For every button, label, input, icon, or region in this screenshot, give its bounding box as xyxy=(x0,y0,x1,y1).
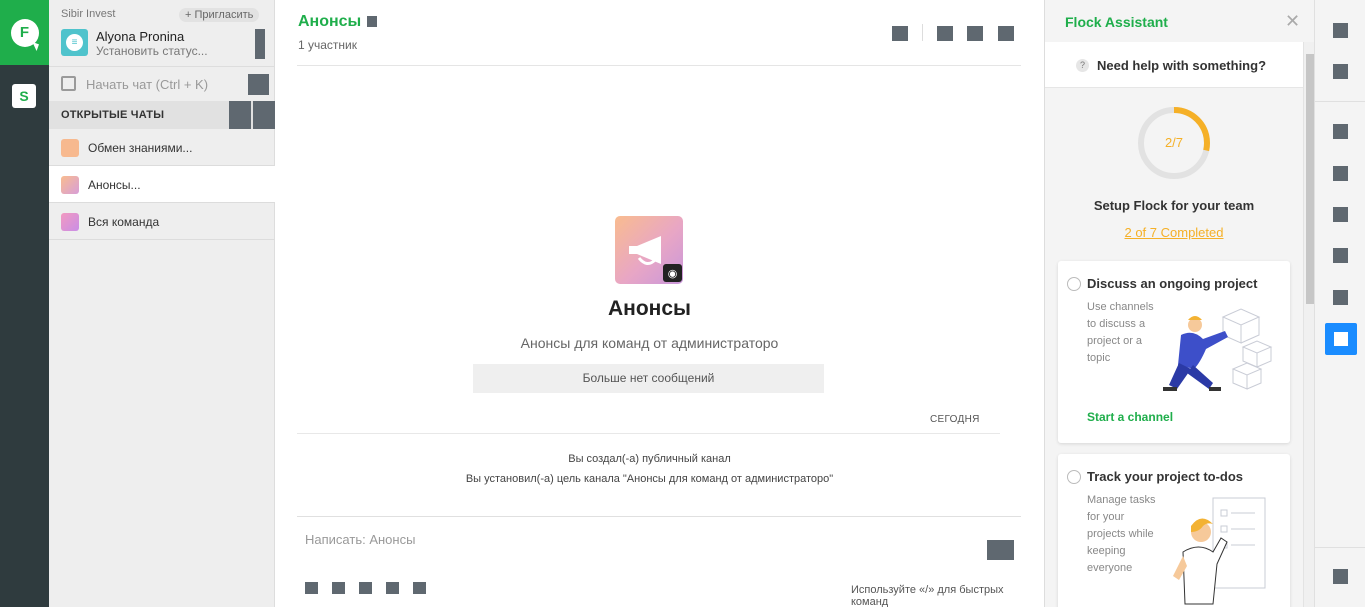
help-banner[interactable]: ? Need help with something? xyxy=(1045,42,1303,88)
chat-main: Анонсы 1 участник ◉ Анонсы Анонсы для ко… xyxy=(275,0,1044,607)
compose-icon xyxy=(61,76,76,91)
composer-tool-button[interactable] xyxy=(359,582,372,594)
open-chats-label: ОТКРЫТЫЕ ЧАТЫ xyxy=(61,109,165,121)
send-button[interactable] xyxy=(987,540,1014,560)
open-chats-header: ОТКРЫТЫЕ ЧАТЫ xyxy=(49,101,275,129)
app-rail: F S xyxy=(0,0,49,607)
sidebar-chat-item[interactable]: Вся команда xyxy=(49,203,275,240)
open-chats-action-button[interactable] xyxy=(229,101,251,129)
app-button[interactable] xyxy=(1333,166,1348,181)
app-button[interactable] xyxy=(1333,23,1348,38)
start-chat-label: Начать чат (Ctrl + K) xyxy=(86,77,209,92)
card-description: Manage tasks for your projects while kee… xyxy=(1087,494,1156,574)
megaphone-icon xyxy=(61,176,79,194)
header-tool-button[interactable] xyxy=(892,26,908,41)
app-button[interactable] xyxy=(1333,290,1348,305)
composer-tool-button[interactable] xyxy=(305,582,318,594)
flock-assistant-panel: Flock Assistant ✕ ? Need help with somet… xyxy=(1044,0,1315,607)
app-button[interactable] xyxy=(1333,569,1348,584)
app-button[interactable] xyxy=(1333,207,1348,222)
onboarding-card[interactable]: Track your project to-dos Manage tasks f… xyxy=(1058,454,1290,607)
channel-name-heading: Анонсы xyxy=(608,297,691,320)
team-switcher-button[interactable]: S xyxy=(12,84,36,108)
assistant-body: 2/7 Setup Flock for your team 2 of 7 Com… xyxy=(1045,88,1303,607)
apps-bar xyxy=(1314,0,1365,607)
channel-dropdown-icon[interactable] xyxy=(367,16,377,27)
start-chat-button[interactable] xyxy=(248,74,269,95)
avatar[interactable]: ≡ xyxy=(61,29,88,56)
member-count[interactable]: 1 участник xyxy=(298,38,357,52)
person-with-checklist-illustration xyxy=(1173,497,1266,605)
card-description: Use channels to discuss a project or a t… xyxy=(1087,301,1154,364)
start-chat-row[interactable]: Начать чат (Ctrl + K) xyxy=(49,66,275,100)
task-checkbox[interactable] xyxy=(1067,470,1081,484)
slash-command-hint: Используйте «/» для быстрых команд xyxy=(851,584,1004,607)
workspace-name: Sibir Invest xyxy=(61,8,116,20)
no-more-messages: Больше нет сообщений xyxy=(473,364,824,393)
system-message: Вы создал(-а) публичный канал xyxy=(568,453,731,465)
start-channel-link[interactable]: Start a channel xyxy=(1087,410,1173,424)
chat-item-label: Вся команда xyxy=(88,215,160,229)
person-building-blocks-illustration xyxy=(1163,308,1273,391)
avatar-icon: ≡ xyxy=(66,34,83,51)
progress-label: 2/7 xyxy=(1164,135,1184,150)
app-button[interactable] xyxy=(1333,64,1348,79)
setup-title: Setup Flock for your team xyxy=(1093,198,1255,213)
onboarding-card[interactable]: Discuss an ongoing project Use channels … xyxy=(1058,261,1290,443)
message-input[interactable] xyxy=(305,529,945,549)
app-button[interactable] xyxy=(1333,124,1348,139)
chat-item-label: Обмен знаниями... xyxy=(88,141,193,155)
composer-tool-button[interactable] xyxy=(332,582,345,594)
close-icon[interactable]: ✕ xyxy=(1285,11,1300,32)
date-separator-line xyxy=(297,433,1000,434)
channel-avatar: ◉ xyxy=(615,216,683,284)
sidebar-chat-item[interactable]: Анонсы... xyxy=(49,166,275,203)
setup-progress-link[interactable]: 2 of 7 Completed xyxy=(1045,225,1303,240)
scrollbar-thumb[interactable] xyxy=(1306,54,1314,304)
app-button[interactable] xyxy=(1333,248,1348,263)
help-text: Need help with something? xyxy=(1097,58,1267,73)
composer-tool-button[interactable] xyxy=(386,582,399,594)
flock-logo[interactable]: F xyxy=(0,0,49,65)
camera-icon[interactable]: ◉ xyxy=(663,264,682,282)
card-title: Discuss an ongoing project xyxy=(1087,276,1258,291)
sidebar: Sibir Invest + Пригласить ≡ Alyona Proni… xyxy=(49,0,275,607)
channel-description: Анонсы для команд от администраторо xyxy=(520,335,779,351)
task-checkbox[interactable] xyxy=(1067,277,1081,291)
open-chats-more-button[interactable] xyxy=(253,101,275,129)
header-divider xyxy=(922,24,923,41)
channel-title[interactable]: Анонсы xyxy=(298,13,361,31)
people-icon xyxy=(61,139,79,157)
help-icon: ? xyxy=(1076,59,1089,72)
sidebar-chat-item[interactable]: Обмен знаниями... xyxy=(49,129,275,166)
date-separator: СЕГОДНЯ xyxy=(930,414,980,425)
header-tool-button[interactable] xyxy=(967,26,983,41)
composer: Используйте «/» для быстрых команд xyxy=(297,517,1021,607)
apps-divider xyxy=(1315,547,1365,548)
flock-assistant-app-button[interactable] xyxy=(1325,323,1357,355)
apps-divider xyxy=(1315,101,1365,102)
assistant-title: Flock Assistant xyxy=(1065,14,1168,30)
flock-logo-icon: F xyxy=(10,18,39,47)
header-divider-line xyxy=(297,65,1021,66)
header-tool-button[interactable] xyxy=(937,26,953,41)
chat-item-label: Анонсы... xyxy=(88,178,141,192)
system-message: Вы установил(-а) цель канала "Анонсы для… xyxy=(465,473,834,485)
set-status-link[interactable]: Установить статус... xyxy=(96,44,208,58)
user-name[interactable]: Alyona Pronina xyxy=(96,29,184,44)
composer-tool-button[interactable] xyxy=(413,582,426,594)
card-title: Track your project to-dos xyxy=(1087,469,1244,484)
user-menu-button[interactable] xyxy=(255,29,265,59)
header-tool-button[interactable] xyxy=(998,26,1014,41)
invite-button[interactable]: + Пригласить xyxy=(179,8,260,22)
chat-bubbles-icon xyxy=(61,213,79,231)
